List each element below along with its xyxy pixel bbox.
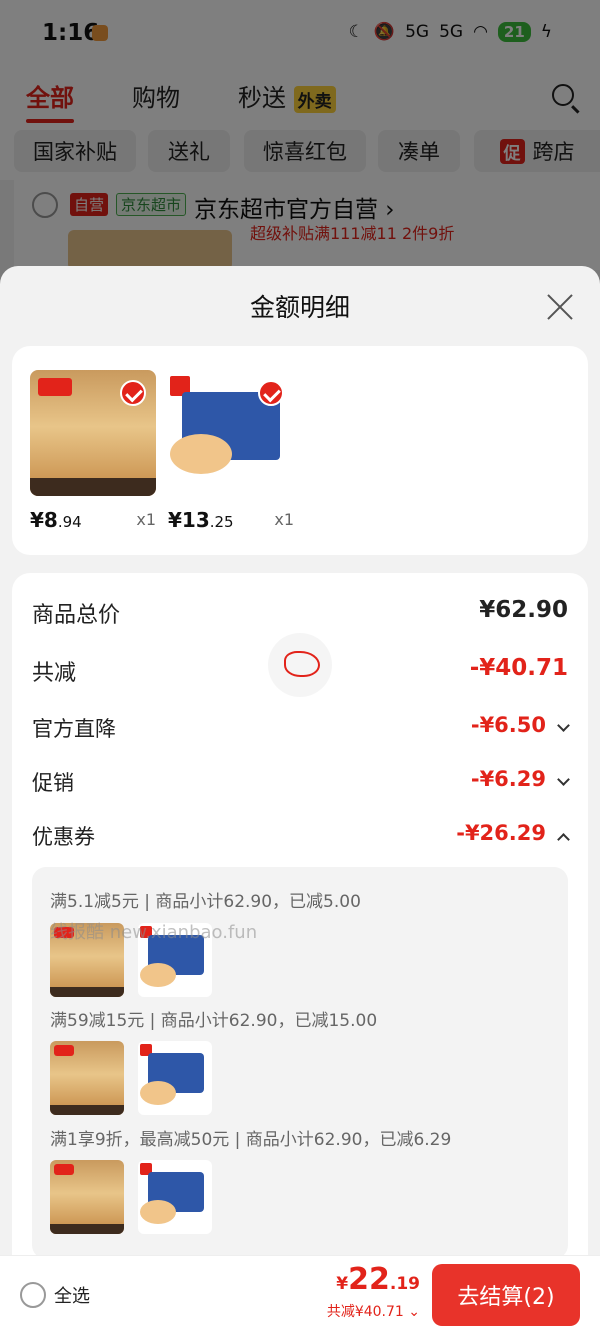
price-dec: .25 — [209, 513, 234, 531]
chevron-down-icon[interactable] — [557, 773, 570, 786]
price-int: ¥8 — [30, 508, 58, 532]
amount-breakdown-card: 商品总价 ¥62.90 共减 -¥40.71 官方直降 -¥6.50 促销 -¥… — [12, 573, 588, 1333]
product-qty: x1 — [136, 510, 156, 529]
direct-discount-label: 官方直降 — [32, 717, 116, 741]
subtotal-row: 商品总价 ¥62.90 — [32, 597, 568, 637]
reduce-value: -¥40.71 — [469, 655, 568, 681]
coupon-title: 满1享9折，最高减50元 | 商品小计62.90，已减6.29 — [50, 1130, 452, 1150]
select-all-radio[interactable] — [20, 1282, 46, 1308]
coupon-product-bread — [138, 1160, 212, 1234]
coupon-label: 优惠券 — [32, 825, 95, 849]
coupon-title: 满5.1减5元 | 商品小计62.90，已减5.00 — [50, 892, 361, 912]
promotion-row[interactable]: 促销 -¥6.29 — [32, 767, 570, 807]
price-dec: .94 — [57, 513, 82, 531]
coupon-row[interactable]: 优惠券 -¥26.29 — [32, 821, 570, 861]
coupon-products — [50, 1041, 212, 1115]
total-yen: ¥ — [336, 1274, 349, 1294]
price-int: ¥13 — [168, 508, 210, 532]
selected-products-card: ¥8.94 x1 ¥13.25 x1 — [12, 346, 588, 555]
bread-bun — [170, 434, 232, 474]
checked-icon[interactable] — [258, 380, 284, 406]
sheet-title: 金额明细 — [249, 293, 350, 322]
product-image-snack — [30, 370, 156, 496]
chevron-up-icon[interactable] — [557, 833, 570, 846]
product-item[interactable]: ¥13.25 x1 — [168, 370, 294, 536]
checked-icon[interactable] — [120, 380, 146, 406]
amount-detail-sheet: 金额明细 ¥8.94 x1 ¥13.25 x1 商品总价 ¥62.90 共减 -… — [0, 266, 600, 1333]
total-int: 22 — [348, 1262, 390, 1297]
product-price: ¥8.94 — [30, 508, 82, 532]
coupon-value: -¥26.29 — [456, 821, 546, 845]
subtotal-value: ¥62.90 — [479, 597, 568, 623]
watermark: 线报酷 new.xianbao.fun — [50, 922, 258, 943]
product-item[interactable]: ¥8.94 x1 — [30, 370, 156, 536]
reduce-row: 共减 -¥40.71 — [32, 655, 568, 695]
coupon-product-snack — [50, 1160, 124, 1234]
subtotal-label: 商品总价 — [32, 603, 121, 628]
product-price: ¥13.25 — [168, 508, 234, 532]
direct-discount-value: -¥6.50 — [470, 713, 546, 737]
coupon-title: 满59减15元 | 商品小计62.90，已减15.00 — [50, 1011, 378, 1031]
product-image-bread — [168, 370, 294, 496]
select-all-label[interactable]: 全选 — [54, 1282, 90, 1308]
direct-discount-row[interactable]: 官方直降 -¥6.50 — [32, 713, 570, 753]
total-dec: .19 — [389, 1274, 420, 1294]
saved-amount[interactable]: 共减¥40.71 ⌄ — [327, 1301, 420, 1321]
close-icon[interactable] — [546, 292, 574, 320]
promotion-label: 促销 — [32, 771, 74, 795]
product-qty: x1 — [274, 510, 294, 529]
checkout-button[interactable]: 去结算(2) — [432, 1264, 580, 1326]
reduce-label: 共减 — [32, 661, 77, 686]
bottom-bar: 全选 ¥22.19 共减¥40.71 ⌄ 去结算(2) — [0, 1255, 600, 1333]
coupon-products — [50, 1160, 212, 1234]
chevron-down-icon[interactable] — [557, 719, 570, 732]
coupon-product-snack — [50, 1041, 124, 1115]
promotion-value: -¥6.29 — [470, 767, 546, 791]
total-price: ¥22.19 — [336, 1262, 420, 1297]
coupon-product-bread — [138, 1041, 212, 1115]
